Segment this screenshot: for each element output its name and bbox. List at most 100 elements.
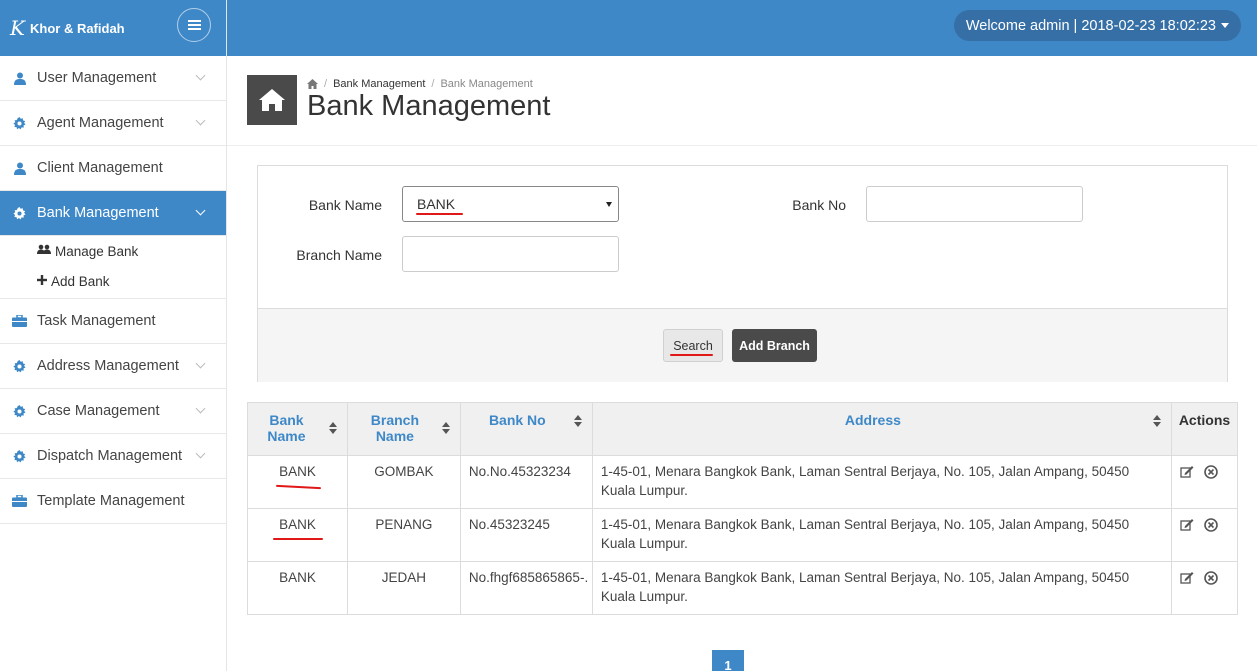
delete-icon[interactable] (1203, 571, 1218, 586)
cell-actions (1170, 508, 1239, 562)
home-icon[interactable] (307, 79, 318, 89)
sidebar-subitem-label: Manage Bank (55, 243, 139, 259)
sidebar-toggle-button[interactable] (177, 8, 211, 42)
cell-address: 1-45-01, Menara Bangkok Bank, Laman Sent… (591, 508, 1172, 562)
gear-icon (12, 404, 27, 419)
sidebar-item-task-management[interactable]: Task Management (0, 299, 226, 344)
bank-name-selected-value: BANK (417, 196, 456, 212)
sidebar-item-agent-management[interactable]: Agent Management (0, 101, 226, 146)
sidebar-item-label: Agent Management (37, 115, 164, 131)
table-header-row: Bank Name Branch Name Bank No Address Ac… (247, 402, 1239, 456)
column-header-bank-name[interactable]: Bank Name (247, 402, 348, 456)
edit-icon[interactable] (1180, 465, 1194, 479)
breadcrumb-separator: / (431, 78, 435, 90)
cell-bank-no: No.fhgf685865865-. (459, 561, 593, 615)
breadcrumb-parent-link[interactable]: Bank Management (333, 78, 425, 90)
search-form: Bank Name BANK Bank No Branch Name (258, 166, 1227, 308)
bank-name-select[interactable]: BANK (402, 186, 619, 222)
branch-name-input[interactable] (402, 236, 619, 272)
sidebar-item-bank-management[interactable]: Bank Management (0, 191, 226, 236)
cell-branch-name: GOMBAK (346, 455, 461, 509)
chevron-down-icon (195, 358, 206, 369)
search-panel-footer: Search Add Branch (258, 308, 1227, 382)
annotation-underline (416, 213, 463, 215)
user-icon (12, 161, 27, 176)
brand-logo[interactable]: K (10, 14, 26, 42)
gear-icon (12, 449, 27, 464)
bank-table: Bank Name Branch Name Bank No Address Ac… (247, 402, 1239, 615)
header-label: Bank No (488, 412, 546, 428)
briefcase-icon (12, 314, 27, 329)
sidebar-item-client-management[interactable]: Client Management (0, 146, 226, 191)
column-header-address[interactable]: Address (591, 402, 1172, 456)
sidebar-item-dispatch-management[interactable]: Dispatch Management (0, 434, 226, 479)
sidebar-item-case-management[interactable]: Case Management (0, 389, 226, 434)
sidebar: K Khor & Rafidah User Management Agent M… (0, 0, 227, 671)
annotation-underline (275, 484, 322, 490)
cell-address: 1-45-01, Menara Bangkok Bank, Laman Sent… (591, 561, 1172, 615)
caret-down-icon (1221, 23, 1229, 28)
chevron-down-icon (195, 205, 206, 216)
bank-submenu: Manage Bank Add Bank (0, 236, 226, 299)
hamburger-icon (187, 20, 201, 30)
home-icon (259, 89, 285, 111)
bank-no-input[interactable] (866, 186, 1083, 222)
cell-bank-name: BANK (247, 508, 348, 562)
user-menu-dropdown[interactable]: Welcome admin | 2018-02-23 18:02:23 (953, 10, 1241, 41)
cell-bank-no: No.No.45323234 (459, 455, 593, 509)
top-navbar: Welcome admin | 2018-02-23 18:02:23 (227, 0, 1257, 56)
page-title: Bank Management (307, 90, 551, 122)
plus-icon (37, 274, 47, 288)
sidebar-item-template-management[interactable]: Template Management (0, 479, 226, 524)
sidebar-subitem-manage-bank[interactable]: Manage Bank (0, 236, 226, 266)
column-header-actions: Actions (1170, 402, 1239, 456)
cell-branch-name: JEDAH (346, 561, 461, 615)
sort-icon (328, 422, 337, 434)
cell-actions (1170, 561, 1239, 615)
delete-icon[interactable] (1203, 518, 1218, 533)
search-panel: Bank Name BANK Bank No Branch Name Searc… (257, 165, 1228, 382)
sidebar-item-label: Bank Management (37, 205, 159, 221)
sidebar-item-user-management[interactable]: User Management (0, 56, 226, 101)
header-label-line: Bank (269, 412, 304, 428)
cell-address: 1-45-01, Menara Bangkok Bank, Laman Sent… (591, 455, 1172, 509)
bank-no-label: Bank No (792, 197, 846, 213)
cell-actions (1170, 455, 1239, 509)
breadcrumb-current: Bank Management (440, 78, 533, 90)
edit-icon[interactable] (1180, 571, 1194, 585)
cell-text: BANK (279, 464, 316, 479)
sidebar-item-address-management[interactable]: Address Management (0, 344, 226, 389)
search-button[interactable]: Search (663, 329, 723, 362)
welcome-text: Welcome admin | 2018-02-23 18:02:23 (965, 17, 1216, 34)
gear-icon (12, 206, 27, 221)
sidebar-item-label: Address Management (37, 358, 179, 374)
header-label-line: Name (267, 428, 306, 444)
cell-bank-no: No.45323245 (459, 508, 593, 562)
branch-name-label: Branch Name (296, 247, 382, 263)
table-row: BANK JEDAH No.fhgf685865865-. 1-45-01, M… (247, 561, 1239, 615)
header-label: Address (844, 412, 901, 428)
page-header: / Bank Management / Bank Management Bank… (227, 56, 1257, 146)
column-header-bank-no[interactable]: Bank No (459, 402, 593, 456)
cell-bank-name: BANK (247, 455, 348, 509)
edit-icon[interactable] (1180, 518, 1194, 532)
pagination-page-1[interactable]: 1 (712, 650, 744, 671)
sort-icon (1152, 415, 1161, 427)
add-branch-button[interactable]: Add Branch (732, 329, 817, 362)
sidebar-item-label: Dispatch Management (37, 448, 183, 464)
sidebar-item-label: Template Management (37, 493, 185, 509)
delete-icon[interactable] (1203, 465, 1218, 480)
chevron-down-icon (195, 70, 206, 81)
sidebar-item-label: Task Management (37, 313, 156, 329)
sidebar-subitem-add-bank[interactable]: Add Bank (0, 266, 226, 296)
header-label-line: Branch (370, 412, 419, 428)
annotation-underline (273, 538, 323, 540)
sidebar-item-label: Client Management (37, 160, 163, 176)
brand-name[interactable]: Khor & Rafidah (30, 21, 125, 36)
breadcrumb-separator: / (324, 78, 328, 90)
annotation-underline (670, 354, 713, 356)
briefcase-icon (12, 494, 27, 509)
dropdown-arrow-icon (606, 202, 612, 207)
user-icon (12, 71, 27, 86)
column-header-branch-name[interactable]: Branch Name (346, 402, 461, 456)
